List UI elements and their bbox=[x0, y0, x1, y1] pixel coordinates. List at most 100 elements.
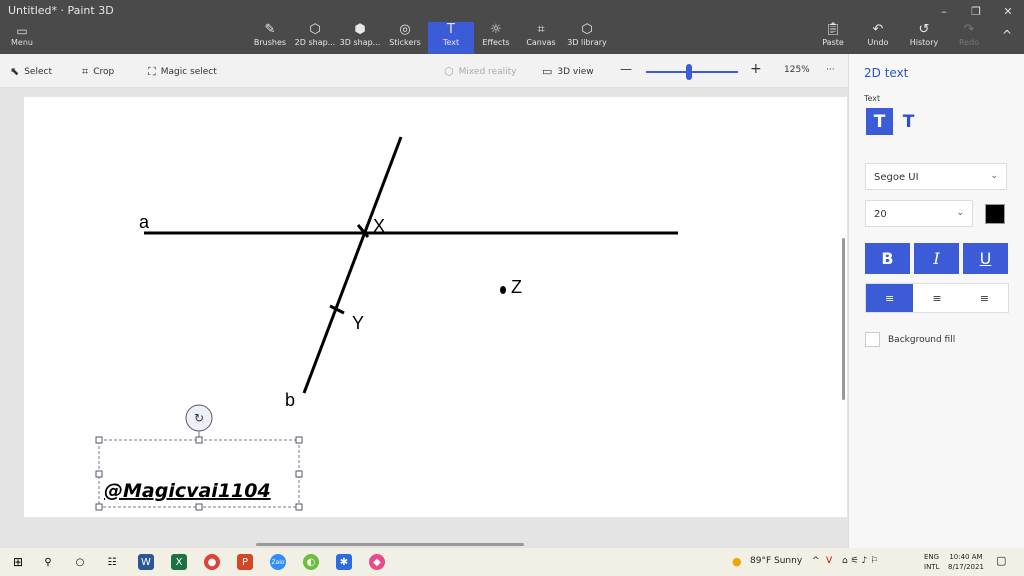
tab-stickers[interactable]: ◎ Stickers bbox=[386, 22, 424, 54]
resize-handle[interactable] bbox=[295, 503, 303, 511]
undo-label: Undo bbox=[867, 38, 889, 47]
3d-shapes-icon: ⬢ bbox=[354, 22, 366, 37]
layout-label: INTL bbox=[924, 563, 940, 571]
window-title: Untitled* · Paint 3D bbox=[8, 4, 114, 17]
tab-canvas[interactable]: ⌗ Canvas bbox=[524, 22, 558, 54]
app-icon[interactable]: ◐ bbox=[303, 554, 319, 570]
paste-button[interactable]: 📋︎ Paste bbox=[818, 22, 848, 54]
paint3d-icon[interactable]: ◆ bbox=[369, 554, 385, 570]
tray-app-icon[interactable]: V bbox=[826, 556, 832, 566]
tray-overflow-icon[interactable]: ^ bbox=[812, 556, 820, 566]
3d-text-button[interactable]: T bbox=[895, 108, 922, 135]
close-button[interactable]: ✕ bbox=[992, 0, 1024, 22]
italic-button[interactable]: I bbox=[914, 243, 959, 274]
align-left-button[interactable]: ≡ bbox=[866, 284, 914, 312]
vertical-scrollbar[interactable] bbox=[842, 238, 845, 400]
paste-icon: 📋︎ bbox=[824, 22, 842, 37]
tray-icons[interactable]: ⌂ ⚟ ♪ ⚐ bbox=[842, 556, 878, 566]
align-right-button[interactable]: ≡ bbox=[961, 284, 1008, 312]
snowflake-app-icon[interactable]: ✱ bbox=[336, 554, 352, 570]
underline-button[interactable]: U bbox=[963, 243, 1008, 274]
zoom-out-button[interactable]: — bbox=[620, 62, 632, 76]
select-button[interactable]: ⬉ Select bbox=[10, 65, 52, 78]
resize-handle[interactable] bbox=[195, 436, 203, 444]
2d-text-button[interactable]: T bbox=[866, 108, 893, 135]
magic-select-button[interactable]: ⛶ Magic select bbox=[148, 65, 217, 79]
font-size-dropdown[interactable]: 20 ⌄ bbox=[865, 200, 973, 227]
background-fill-option[interactable]: Background fill bbox=[865, 332, 955, 347]
resize-handle[interactable] bbox=[295, 470, 303, 478]
3d-view-button[interactable]: ▭ 3D view bbox=[542, 65, 594, 78]
undo-icon: ↶ bbox=[872, 22, 884, 37]
notifications-icon[interactable]: ▢ bbox=[996, 554, 1006, 567]
undo-button[interactable]: ↶ Undo bbox=[862, 22, 894, 54]
history-label: History bbox=[909, 38, 939, 47]
weather-text[interactable]: 89°F Sunny bbox=[750, 556, 802, 566]
resize-handle[interactable] bbox=[95, 436, 103, 444]
zalo-icon[interactable]: Zalo bbox=[270, 554, 286, 570]
horizontal-scrollbar[interactable] bbox=[256, 543, 524, 546]
tab-3d-shapes[interactable]: ⬢ 3D shap... bbox=[339, 22, 381, 54]
mixed-reality-button[interactable]: ⬡ Mixed reality bbox=[444, 65, 516, 78]
language-indicator[interactable]: ENG INTL bbox=[924, 552, 939, 572]
tab-label: Stickers bbox=[389, 38, 421, 47]
bold-button[interactable]: B bbox=[865, 243, 910, 274]
tab-text[interactable]: T Text bbox=[428, 22, 474, 54]
menu-button[interactable]: ▭ Menu bbox=[4, 24, 40, 52]
task-view-icon[interactable]: ☷ bbox=[104, 554, 120, 570]
align-center-button[interactable]: ≡ bbox=[913, 284, 960, 312]
text-color-swatch[interactable] bbox=[985, 204, 1005, 224]
time-text: 10:40 AM bbox=[949, 553, 983, 561]
zoom-slider-thumb[interactable] bbox=[686, 64, 693, 80]
library-icon: ⬡ bbox=[581, 22, 593, 37]
tab-label: Effects bbox=[482, 38, 510, 47]
restore-button[interactable]: ❐ bbox=[960, 0, 992, 22]
rotate-icon: ↻ bbox=[194, 411, 204, 425]
tab-2d-shapes[interactable]: ⬡ 2D shap... bbox=[294, 22, 336, 54]
zoom-level[interactable]: 125% bbox=[784, 65, 810, 75]
point-z bbox=[500, 286, 506, 294]
3d-view-label: 3D view bbox=[557, 66, 594, 77]
title-bar: Untitled* · Paint 3D – ❐ ✕ ▭ Menu ✎ Brus… bbox=[0, 0, 1024, 54]
taskbar: ⊞ ⚲ ○ ☷ W X ● P Zalo ◐ ✱ ◆ ● 89°F Sunny … bbox=[0, 548, 1024, 576]
background-fill-checkbox[interactable] bbox=[865, 332, 880, 347]
canvas-area: a X Y Z b ↻ @Magicvai1104 bbox=[0, 88, 848, 548]
resize-handle[interactable] bbox=[295, 436, 303, 444]
font-dropdown[interactable]: Segoe UI ⌄ bbox=[865, 163, 1007, 190]
menu-icon: ▭ bbox=[16, 24, 28, 38]
powerpoint-icon[interactable]: P bbox=[237, 554, 253, 570]
minimize-button[interactable]: – bbox=[928, 0, 960, 22]
tab-label: Text bbox=[442, 38, 460, 47]
resize-handle[interactable] bbox=[95, 503, 103, 511]
zoom-in-button[interactable]: + bbox=[750, 61, 762, 77]
tab-effects[interactable]: ☼ Effects bbox=[479, 22, 513, 54]
windows-start-icon[interactable]: ⊞ bbox=[10, 554, 26, 570]
word-icon[interactable]: W bbox=[138, 554, 154, 570]
chrome-icon[interactable]: ● bbox=[204, 554, 220, 570]
tab-brushes[interactable]: ✎ Brushes bbox=[252, 22, 288, 54]
chevron-down-icon: ⌄ bbox=[990, 171, 998, 181]
crop-button[interactable]: ⌗ Crop bbox=[82, 65, 114, 79]
more-options-button[interactable]: ··· bbox=[826, 65, 835, 75]
background-fill-label: Background fill bbox=[888, 334, 956, 345]
tab-label: 3D shap... bbox=[339, 38, 381, 47]
brush-icon: ✎ bbox=[264, 22, 276, 37]
excel-icon[interactable]: X bbox=[171, 554, 187, 570]
resize-handle[interactable] bbox=[195, 503, 203, 511]
search-icon[interactable]: ⚲ bbox=[40, 554, 56, 570]
font-value: Segoe UI bbox=[874, 172, 919, 183]
history-button[interactable]: ↺ History bbox=[906, 22, 942, 54]
sticker-icon: ◎ bbox=[399, 22, 411, 37]
line-b bbox=[302, 136, 403, 394]
text-panel: 2D text Text T T Segoe UI ⌄ 20 ⌄ B I U ≡… bbox=[848, 54, 1024, 548]
resize-handle[interactable] bbox=[95, 470, 103, 478]
drawing-canvas[interactable]: a X Y Z b ↻ @Magicvai1104 bbox=[24, 97, 847, 517]
watermark-text[interactable]: @Magicvai1104 bbox=[104, 480, 271, 502]
redo-button[interactable]: ↷ Redo bbox=[954, 22, 984, 54]
language-label: ENG bbox=[924, 553, 940, 561]
redo-icon: ↷ bbox=[963, 22, 975, 37]
tab-3d-library[interactable]: ⬡ 3D library bbox=[566, 22, 608, 54]
clock[interactable]: 10:40 AM 8/17/2021 bbox=[948, 552, 984, 572]
label-y: Y bbox=[352, 313, 364, 333]
cortana-icon[interactable]: ○ bbox=[72, 554, 88, 570]
